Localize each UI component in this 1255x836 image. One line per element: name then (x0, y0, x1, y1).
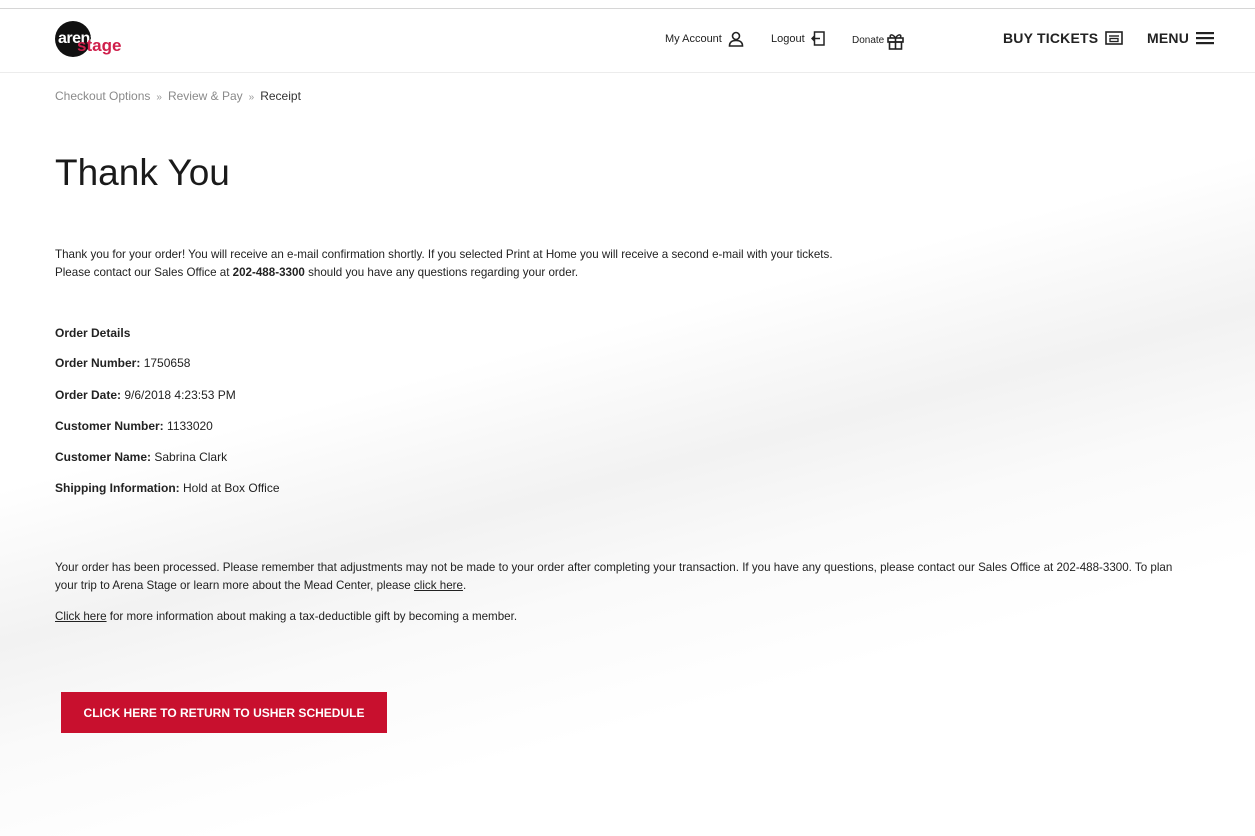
plan-trip-link[interactable]: click here (414, 579, 463, 592)
shipping-info-row: Shipping Information: Hold at Box Office (55, 481, 280, 495)
gift-icon (887, 34, 905, 50)
return-to-usher-schedule-button[interactable]: CLICK HERE TO RETURN TO USHER SCHEDULE (61, 692, 387, 733)
order-date-value: 9/6/2018 4:23:53 PM (124, 388, 236, 402)
customer-name-label: Customer Name: (55, 450, 152, 464)
user-icon (728, 31, 744, 47)
gift-info-text: for more information about making a tax-… (106, 610, 518, 623)
logo-word-stage: stage (77, 36, 122, 55)
intro-line-2-after: should you have any questions regarding … (304, 266, 579, 279)
intro-line-2: Please contact our Sales Office at 202-4… (55, 264, 1215, 282)
buy-tickets-link[interactable]: BUY TICKETS (1003, 30, 1124, 46)
breadcrumb-separator: » (248, 92, 255, 103)
intro-line-1: Thank you for your order! You will recei… (55, 248, 833, 261)
order-date-label: Order Date: (55, 388, 122, 402)
order-number-row: Order Number: 1750658 (55, 356, 190, 370)
gift-info-link[interactable]: Click here (55, 610, 107, 623)
notice-text: Your order has been processed. Please re… (55, 561, 1173, 592)
order-details-heading-text: Order Details (55, 326, 131, 340)
order-processed-notice: Your order has been processed. Please re… (55, 559, 1195, 595)
my-account-label: My Account (665, 33, 722, 45)
site-header: arena stage My Account Logout Donate BUY… (0, 9, 1255, 73)
customer-number-row: Customer Number: 1133020 (55, 419, 213, 433)
customer-name-value: Sabrina Clark (154, 450, 228, 464)
order-number-label: Order Number: (55, 356, 141, 370)
intro-line-2-before: Please contact our Sales Office at (55, 266, 233, 279)
my-account-link[interactable]: My Account (665, 31, 744, 47)
donate-label: Donate (852, 35, 885, 46)
breadcrumb-receipt: Receipt (260, 89, 301, 103)
customer-number-label: Customer Number: (55, 419, 164, 433)
breadcrumb-review-pay[interactable]: Review & Pay (168, 89, 243, 103)
logout-icon (810, 31, 825, 46)
intro-text: Thank you for your order! You will recei… (55, 246, 1215, 282)
logout-label: Logout (771, 32, 805, 45)
notice-text-end: . (462, 579, 467, 592)
order-number-value: 1750658 (143, 356, 191, 370)
donate-link[interactable]: Donate (852, 31, 905, 50)
breadcrumb-checkout-options[interactable]: Checkout Options (55, 89, 150, 103)
order-date-row: Order Date: 9/6/2018 4:23:53 PM (55, 388, 236, 402)
arena-stage-logo[interactable]: arena stage (55, 19, 125, 61)
order-details-heading: Order Details (55, 326, 130, 340)
page-title: Thank You (55, 152, 230, 193)
shipping-info-label: Shipping Information: (55, 481, 180, 495)
breadcrumb: Checkout Options » Review & Pay » Receipt (55, 89, 301, 103)
menu-button[interactable]: MENU (1147, 30, 1215, 46)
gift-info: Click here for more information about ma… (55, 608, 517, 626)
logout-link[interactable]: Logout (771, 31, 825, 46)
hamburger-icon (1196, 32, 1215, 45)
breadcrumb-separator: » (156, 92, 162, 103)
ticket-icon (1105, 31, 1124, 45)
shipping-info-value: Hold at Box Office (183, 481, 280, 495)
customer-name-row: Customer Name: Sabrina Clark (55, 450, 227, 464)
menu-label: MENU (1147, 30, 1190, 46)
sales-office-phone: 202-488-3300 (232, 266, 305, 279)
buy-tickets-label: BUY TICKETS (1003, 30, 1099, 46)
customer-number-value: 1133020 (167, 419, 213, 433)
